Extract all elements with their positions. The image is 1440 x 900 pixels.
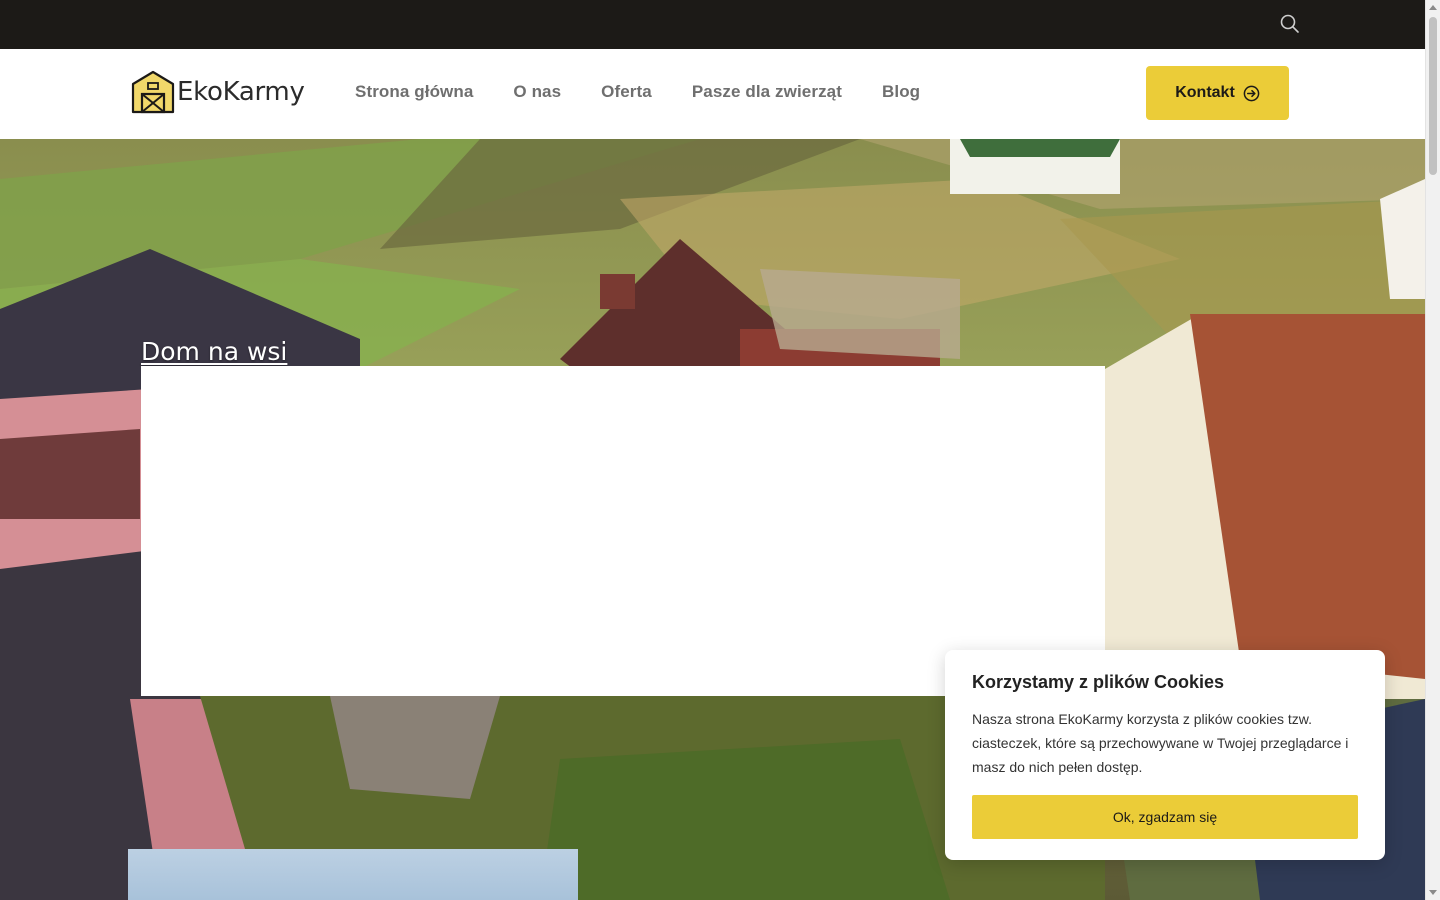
nav-item-offer[interactable]: Oferta (601, 82, 652, 102)
nav-item-home[interactable]: Strona główna (355, 82, 473, 102)
contact-button[interactable]: Kontakt (1146, 66, 1289, 120)
nav-item-animal-feed[interactable]: Pasze dla zwierząt (692, 82, 842, 102)
main-nav: Strona główna O nas Oferta Pasze dla zwi… (355, 82, 960, 102)
cookie-text: Nasza strona EkoKarmy korzysta z plików … (972, 711, 1349, 775)
scrollbar-thumb[interactable] (1429, 17, 1437, 175)
page-scrollbar[interactable] (1425, 0, 1440, 900)
top-bar (0, 0, 1425, 49)
sky-image-preview (128, 849, 578, 900)
search-icon[interactable] (1279, 13, 1301, 35)
nav-item-blog[interactable]: Blog (882, 82, 920, 102)
content-panel (141, 366, 1105, 696)
logo[interactable]: EkoKarmy (131, 70, 305, 114)
arrow-right-circle-icon (1243, 85, 1260, 101)
cookie-title: Korzystamy z plików Cookies (972, 672, 1225, 692)
scroll-down-icon[interactable] (1429, 890, 1437, 895)
hero-title[interactable]: Dom na wsi (141, 337, 287, 366)
cookie-banner: Korzystamy z plików Cookies Nasza strona… (945, 650, 1385, 860)
logo-text: EkoKarmy (177, 77, 305, 107)
nav-item-about[interactable]: O nas (513, 82, 561, 102)
scroll-up-icon[interactable] (1429, 5, 1437, 10)
contact-button-label: Kontakt (1175, 84, 1235, 101)
site-header: EkoKarmy Strona główna O nas Oferta Pasz… (0, 49, 1425, 139)
barn-logo-icon (131, 70, 175, 114)
cookie-accept-button[interactable]: Ok, zgadzam się (972, 795, 1358, 839)
